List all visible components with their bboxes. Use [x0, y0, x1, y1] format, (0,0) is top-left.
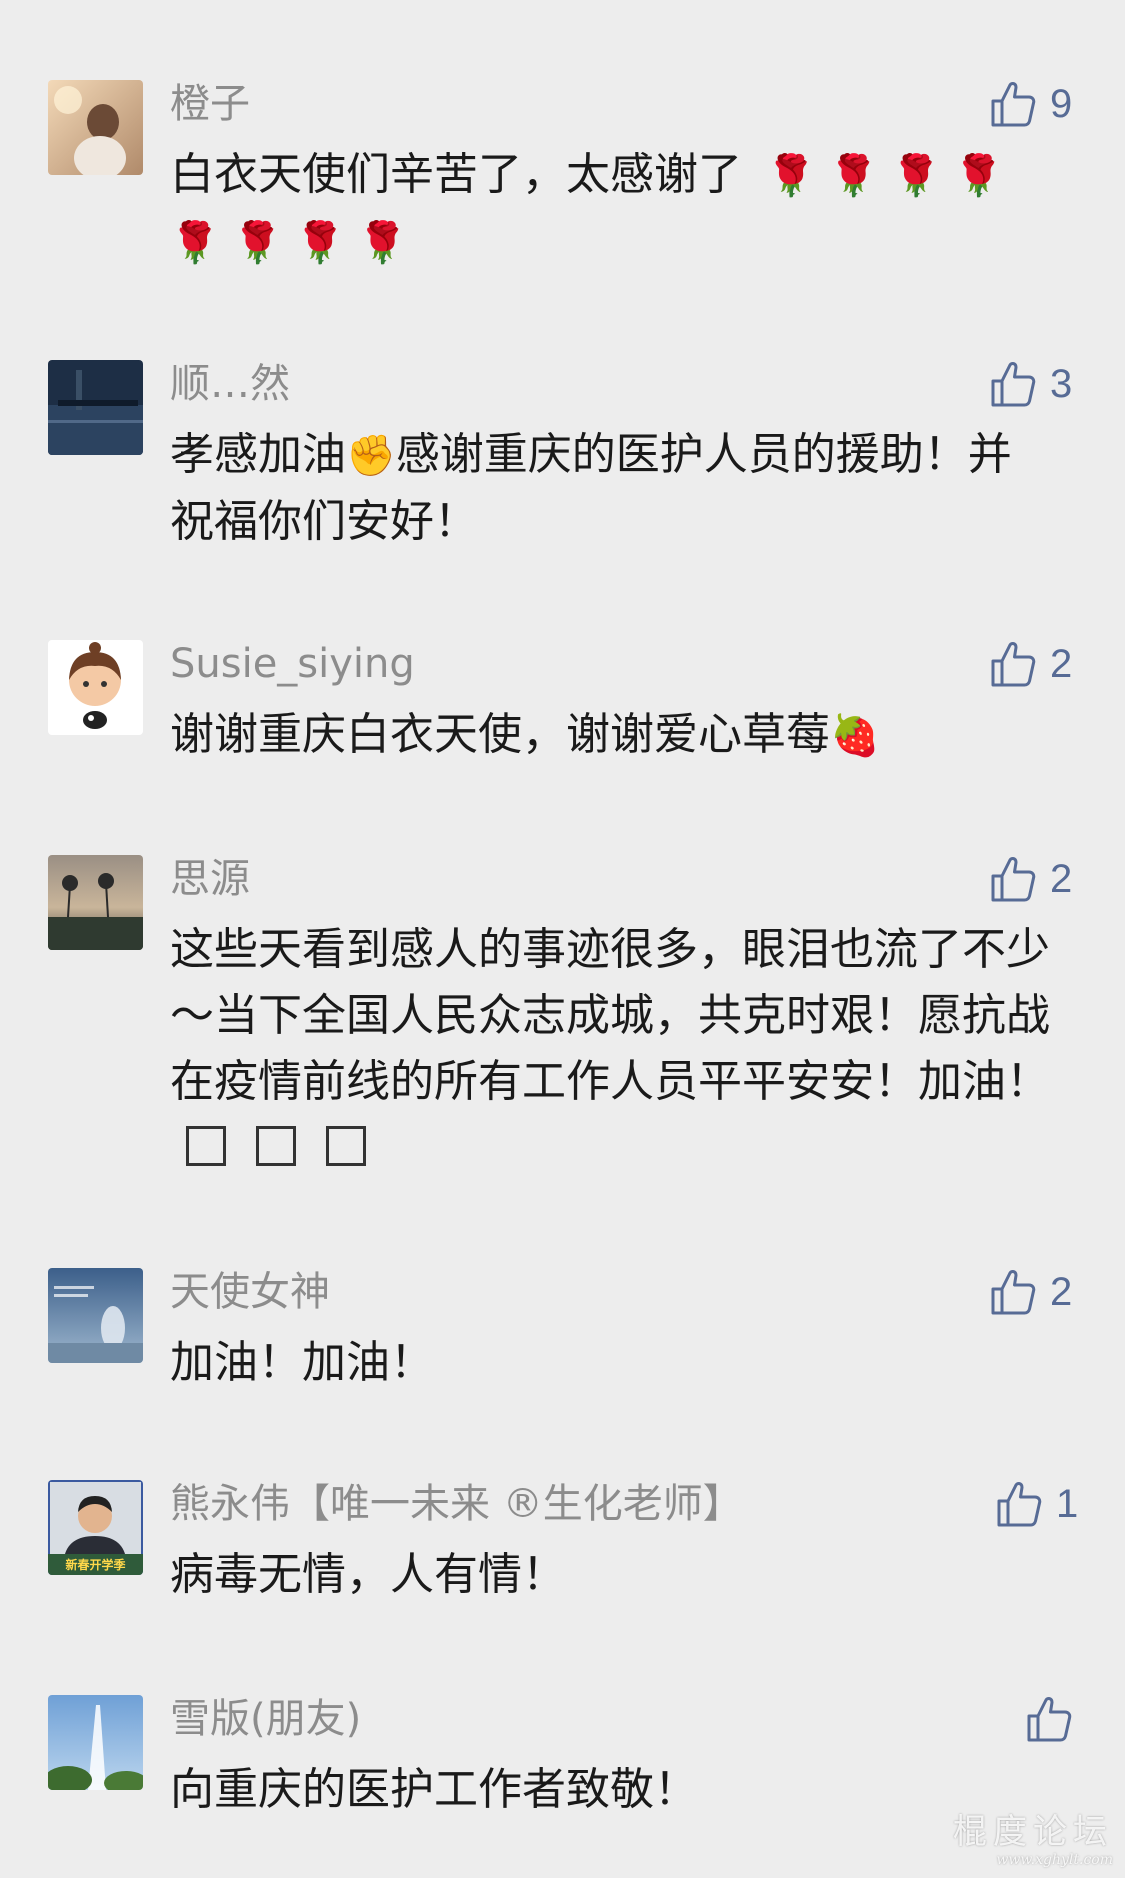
nickname[interactable]: 雪版(朋友)	[170, 1693, 361, 1745]
like-button[interactable]: 1	[996, 1480, 1078, 1528]
unrendered-emoji-box	[326, 1126, 366, 1166]
like-count: 2	[1050, 857, 1073, 901]
watermark-title: 棍度论坛	[953, 1812, 1113, 1852]
avatar[interactable]	[48, 855, 143, 950]
comment-text: 加油！加油！	[170, 1337, 434, 1388]
avatar[interactable]	[48, 640, 143, 735]
nickname[interactable]: 天使女神	[170, 1266, 330, 1318]
thumbs-up-icon	[990, 640, 1036, 688]
avatar[interactable]	[48, 360, 143, 455]
watermark: 棍度论坛 www.xghylt.com	[953, 1812, 1113, 1868]
comment-text: 病毒无情，人有情！	[170, 1549, 566, 1600]
unrendered-emoji-box	[186, 1126, 226, 1166]
like-button[interactable]: 2	[990, 640, 1072, 688]
like-count: 1	[1056, 1482, 1079, 1526]
like-count: 9	[1050, 82, 1073, 126]
comment-text: 孝感加油✊感谢重庆的医护人员的援助！并祝福你们安好！	[170, 422, 1050, 555]
avatar[interactable]	[48, 1268, 143, 1363]
like-count: 3	[1050, 362, 1073, 406]
comment-text: 向重庆的医护工作者致敬！	[170, 1764, 698, 1815]
thumbs-up-icon	[990, 855, 1036, 903]
unrendered-emoji-box	[256, 1126, 296, 1166]
comment-text: 这些天看到感人的事迹很多，眼泪也流了不少～当下全国人民众志成城，共克时艰！愿抗战…	[170, 917, 1050, 1181]
like-button[interactable]: 2	[990, 1268, 1072, 1316]
comment-text-main: 谢谢重庆白衣天使，谢谢爱心草莓	[170, 709, 830, 760]
nickname[interactable]: 熊永伟【唯一未来 ®生化老师】	[170, 1478, 743, 1530]
comment-text-main: 白衣天使们辛苦了，太感谢了	[170, 149, 742, 200]
nickname[interactable]: 思源	[170, 853, 250, 905]
thumbs-up-icon	[996, 1480, 1042, 1528]
like-count: 2	[1050, 642, 1073, 686]
strawberry-emoji: 🍓	[830, 713, 880, 759]
like-button[interactable]: 2	[990, 855, 1072, 903]
comment-text-part: 孝感加油	[170, 429, 346, 480]
thumbs-up-icon	[990, 80, 1036, 128]
fist-emoji: ✊	[346, 433, 396, 479]
avatar[interactable]	[48, 80, 143, 175]
like-button[interactable]: 3	[990, 360, 1072, 408]
thumbs-up-icon	[990, 360, 1036, 408]
comment-text: 谢谢重庆白衣天使，谢谢爱心草莓🍓	[170, 702, 1050, 769]
nickname[interactable]: 顺…然	[170, 358, 290, 410]
comment-text-main: 这些天看到感人的事迹很多，眼泪也流了不少～当下全国人民众志成城，共克时艰！愿抗战…	[170, 924, 1050, 1107]
nickname[interactable]: 橙子	[170, 78, 250, 130]
like-button[interactable]: 9	[990, 80, 1072, 128]
watermark-url: www.xghylt.com	[996, 1852, 1113, 1868]
avatar-caption: 新春开学季	[65, 1558, 126, 1572]
thumbs-up-icon	[990, 1268, 1036, 1316]
comment-text: 白衣天使们辛苦了，太感谢了 🌹 🌹 🌹 🌹 🌹 🌹 🌹 🌹	[170, 142, 1050, 276]
thumbs-up-icon	[1026, 1695, 1072, 1743]
like-count: 2	[1050, 1270, 1073, 1314]
avatar[interactable]	[48, 1695, 143, 1790]
avatar[interactable]: 新春开学季	[48, 1480, 143, 1575]
nickname[interactable]: Susie_siying	[170, 638, 415, 690]
like-button[interactable]	[1026, 1695, 1072, 1743]
